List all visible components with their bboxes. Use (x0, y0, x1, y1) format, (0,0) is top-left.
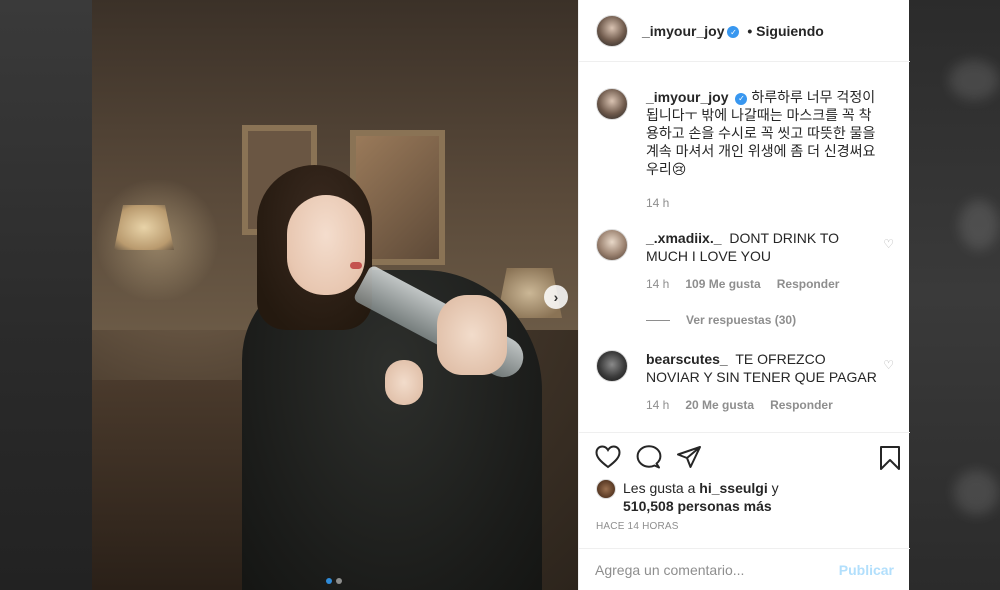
verified-badge-icon: ✓ (727, 26, 740, 38)
comment-time[interactable]: 14 h (646, 275, 669, 293)
verified-badge-icon: ✓ (735, 93, 748, 105)
add-comment-bar: Agrega un comentario... Publicar (579, 548, 910, 590)
person-hand (385, 360, 423, 405)
caption-username[interactable]: _imyour_joy (646, 89, 728, 105)
comment-username[interactable]: _.xmadiix._ (646, 230, 722, 246)
likes-count[interactable]: 510,508 personas más (623, 498, 772, 514)
likes-mid: y (771, 480, 779, 496)
likes-summary: Les gusta a hi_sseulgi y 510,508 persona… (596, 479, 779, 515)
lamp (114, 205, 174, 250)
liker-username[interactable]: hi_sseulgi (699, 480, 767, 496)
bookmark-icon[interactable] (879, 445, 901, 471)
reply-button[interactable]: Responder (770, 396, 833, 414)
view-replies-button[interactable]: Ver respuestas (30) (646, 313, 796, 327)
avatar[interactable] (596, 14, 628, 47)
person-hand (437, 295, 507, 375)
caption-time[interactable]: 14 h (646, 194, 669, 212)
comment-item: _.xmadiix._ DONT DRINK TO MUCH I LOVE YO… (596, 229, 896, 293)
comments-list[interactable]: _imyour_joy ✓ 하루하루 너무 걱정이 됩니다ㅜ 밖에 나갈때는 마스… (579, 62, 910, 432)
comment-input[interactable]: Agrega un comentario... (595, 562, 839, 578)
backdrop-left (0, 0, 92, 590)
avatar[interactable] (596, 479, 616, 499)
heart-icon[interactable]: ♡ (883, 358, 894, 372)
view-replies-label: Ver respuestas (30) (686, 313, 797, 327)
comment-likes[interactable]: 20 Me gusta (685, 396, 754, 414)
avatar[interactable] (596, 88, 628, 120)
share-icon[interactable] (676, 445, 702, 469)
side-table (92, 380, 252, 590)
post-detail-panel: _imyour_joy ✓ • Siguiendo _imyour_joy ✓ 하루… (578, 0, 910, 590)
carousel-dot-active (326, 578, 332, 584)
reply-button[interactable]: Responder (777, 275, 840, 293)
carousel-dot (336, 578, 342, 584)
replies-line (646, 319, 670, 321)
header-name-wrap: _imyour_joy ✓ • Siguiendo (642, 23, 824, 39)
comment-item: bearscutes_ TE OFREZCO NOVIAR Y SIN TENE… (596, 350, 896, 414)
heart-icon[interactable]: ♡ (883, 237, 894, 251)
heart-icon[interactable] (595, 445, 621, 469)
backdrop-right (909, 0, 1000, 590)
person-face (287, 195, 365, 295)
caption: _imyour_joy ✓ 하루하루 너무 걱정이 됩니다ㅜ 밖에 나갈때는 마스… (596, 88, 896, 212)
post-timestamp[interactable]: HACE 14 HORAS (596, 521, 679, 532)
action-bar (579, 432, 910, 480)
likes-prefix: Les gusta a (623, 480, 696, 496)
avatar[interactable] (596, 350, 628, 382)
comment-time[interactable]: 14 h (646, 396, 669, 414)
comment-icon[interactable] (636, 445, 662, 469)
comment-username[interactable]: bearscutes_ (646, 351, 728, 367)
chevron-right-icon[interactable]: › (544, 285, 568, 309)
post-photo[interactable]: › (92, 0, 578, 590)
publish-button[interactable]: Publicar (839, 562, 894, 578)
comment-likes[interactable]: 109 Me gusta (685, 275, 760, 293)
avatar[interactable] (596, 229, 628, 261)
carousel-indicator (326, 578, 342, 584)
author-username[interactable]: _imyour_joy (642, 23, 724, 39)
post-header: _imyour_joy ✓ • Siguiendo (579, 0, 910, 62)
person-lips (350, 262, 362, 269)
following-button[interactable]: • Siguiendo (747, 23, 823, 39)
